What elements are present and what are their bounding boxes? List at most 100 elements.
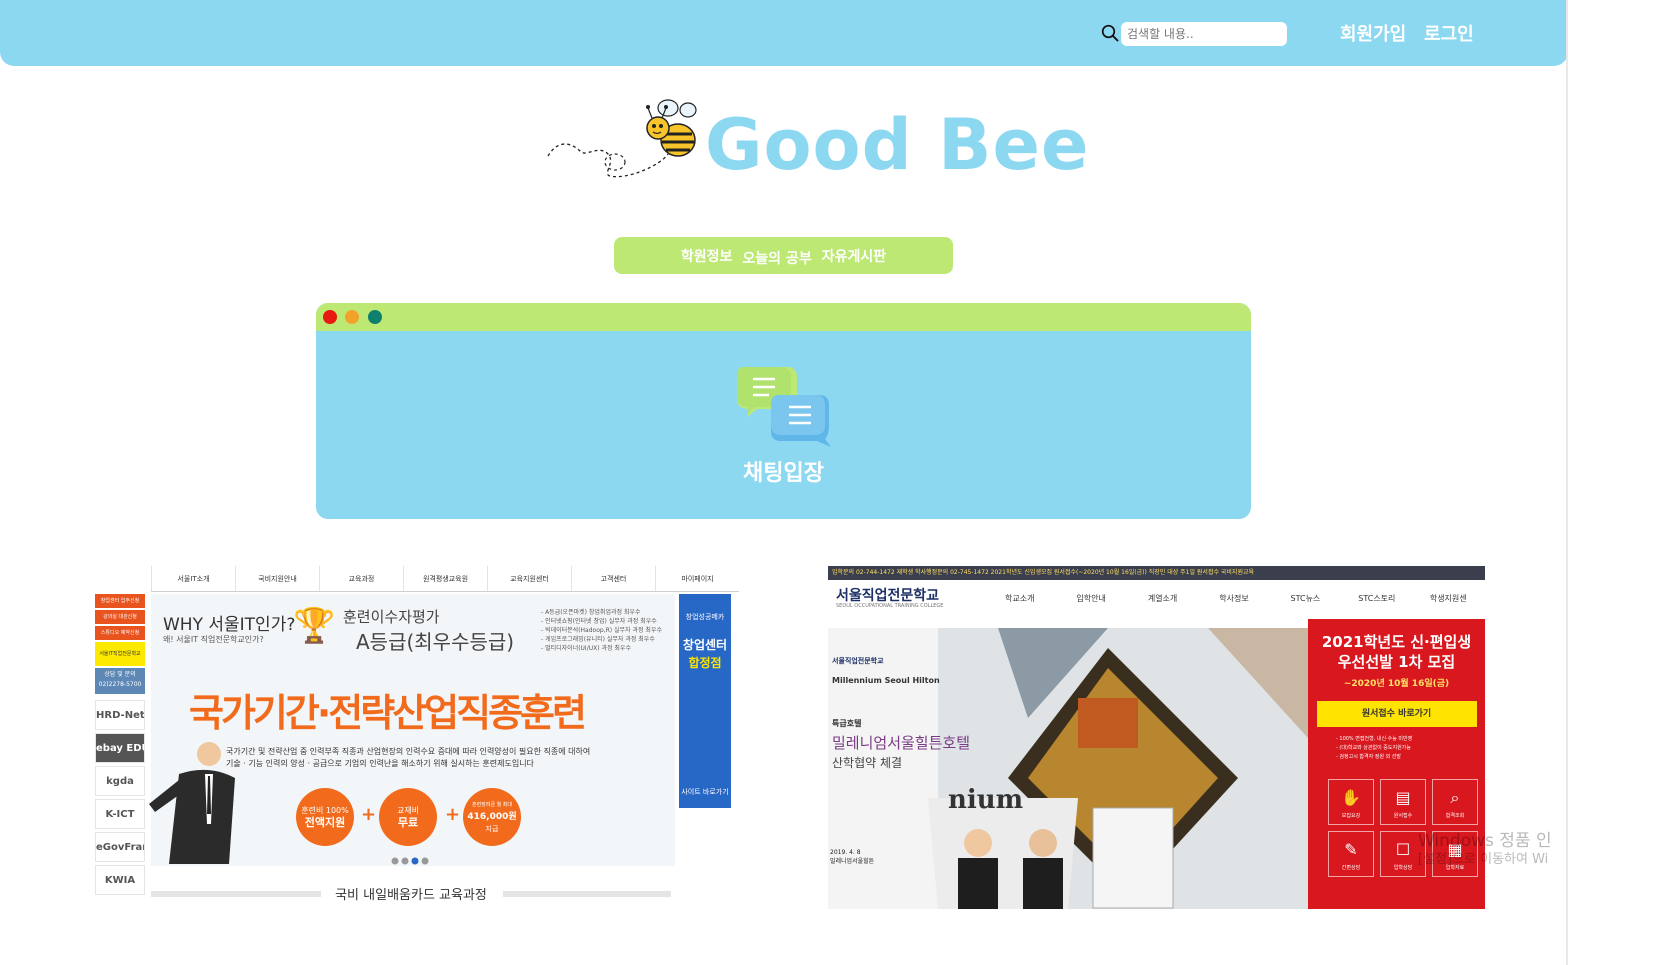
side-button: 강의실 대관신청 — [95, 610, 145, 624]
pencil-icon: ✎ — [1344, 840, 1358, 859]
top-header-bar: 회원가입 로그인 — [0, 0, 1568, 66]
school-logo-sub: SEOUL OCCUPATIONAL TRAINING COLLEGE — [836, 603, 944, 609]
why-subtitle: 왜! 서울IT 직업전문학교인가? — [163, 635, 264, 644]
grade-list-item: - 빅데이터분석(Hadoop,R) 실무자 과정 최우수 — [541, 627, 662, 634]
banner-nav-item: 마이페이지 — [655, 566, 739, 591]
hotel-name-en: Millennium Seoul Hilton — [832, 676, 940, 685]
businessman-illustration — [149, 742, 235, 864]
banner-nav: 서울IT소개 국비지원안내 교육과정 원격평생교육원 교육지원센터 고객센터 마… — [151, 566, 739, 592]
hero-subtitle: 산학협약 체결 — [832, 756, 903, 770]
banner-nav-item: 입학안내 — [1076, 594, 1106, 603]
banner-nav-item: 서울IT소개 — [151, 566, 235, 591]
banner-nav-items: 학교소개 입학안내 계열소개 학사정보 STC뉴스 STC스토리 학생지원센 — [984, 580, 1484, 618]
menu-item-today-study[interactable]: 오늘의 공부 — [742, 248, 811, 268]
grid-label: 모집요강 — [1341, 813, 1361, 819]
partner-logo: HRD-Net — [95, 700, 145, 730]
main-menu: 학원정보 오늘의 공부 자유게시판 — [614, 237, 953, 274]
search-input[interactable] — [1121, 22, 1287, 46]
benefit-circle: 훈련장려금 월 최대 416,000원 지급 — [463, 788, 521, 846]
admission-note: - 100% 면접전형, 내신·수능 미반영 — [1336, 736, 1413, 742]
admission-grid-item[interactable]: ⌕ 합격조회 — [1432, 779, 1478, 825]
banner-nav-item: 계열소개 — [1147, 594, 1178, 603]
banner-headline: 국가기간·전략산업직종훈련 — [189, 691, 587, 735]
site-logo[interactable]: Good Bee — [540, 96, 1088, 196]
benefit-line: 416,000원 — [467, 812, 517, 822]
hotel-hero: nium 서울직업전문학교 Millennium Seoul Hilton 특급… — [828, 628, 1308, 909]
benefit-line: 무료 — [397, 816, 419, 829]
admission-grid-item[interactable]: ✋ 모집요강 — [1328, 779, 1374, 825]
banner-nav-item: 학교소개 — [1004, 594, 1035, 603]
benefit-circle: 훈련비 100% 전액지원 — [296, 788, 354, 846]
partner-logo: K-ICT — [95, 799, 145, 829]
form-icon: ▤ — [1395, 788, 1411, 807]
hotel-school-logo: 서울직업전문학교 — [832, 657, 884, 665]
startup-center-box[interactable]: 창업성공메카 창업센터 합정점 사이트 바로가기 — [679, 594, 731, 808]
signup-link[interactable]: 회원가입 — [1340, 20, 1406, 46]
grade-line-2: A등급(최우수등급) — [356, 630, 515, 654]
banner-nav-item: 학생지원센 — [1429, 594, 1467, 603]
site-link[interactable]: 사이트 바로가기 — [679, 787, 731, 798]
admission-grid-item[interactable]: ▤ 원서접수 — [1380, 779, 1426, 825]
admission-notes: - 100% 면접전형, 내신·수능 미반영 - (대)학교와 상관없이 중도지… — [1336, 735, 1485, 762]
banner-nav-item: 국비지원안내 — [235, 566, 319, 591]
partner-logo: ebay EDU — [95, 733, 145, 763]
banner-description: 국가기간 및 전략산업 중 인력부족 직종과 산업현장의 인력수요 증대에 따라… — [226, 746, 590, 770]
carousel-dots[interactable] — [391, 856, 435, 866]
banner-nav-item: STC스토리 — [1358, 594, 1396, 603]
hero-tag: 특급호텔 — [832, 719, 862, 728]
minimize-dot — [345, 310, 359, 324]
apply-button[interactable]: 원서접수 바로가기 — [1316, 701, 1477, 727]
benefit-line: 전액지원 — [304, 816, 346, 829]
grade-list-item: - 게임프로그래밍(유니티) 실무자 과정 최우수 — [541, 636, 655, 643]
grid-label: 입학상담 — [1393, 865, 1413, 871]
hero-title: 밀레니엄서울힐튼호텔 — [832, 734, 971, 752]
chat-bubbles-icon[interactable] — [735, 363, 835, 449]
grid-label: 간편상담 — [1341, 865, 1361, 871]
description-line: 국가기간 및 전략산업 중 인력부족 직종과 산업현장의 인력수요 증대에 따라… — [226, 747, 591, 756]
scrollbar-track[interactable] — [1566, 0, 1568, 965]
admission-note: - 검정고시 합격자 정원 외 선발 — [1336, 754, 1401, 760]
grade-list-item: - 멀티디자이너(UI/UX) 과정 최우수 — [541, 645, 631, 652]
side-button: 스튜디오 예약신청 — [95, 626, 145, 640]
why-title: WHY 서울IT인가? — [163, 615, 296, 635]
call-number: 02)2278-5700 — [98, 681, 142, 688]
plus-icon: + — [445, 804, 461, 825]
login-link[interactable]: 로그인 — [1424, 20, 1474, 46]
benefit-line: 훈련장려금 월 최대 — [472, 802, 512, 808]
card-course-title: 국비 내일배움카드 교육과정 — [335, 888, 487, 903]
grade-list-item: - 인터넷쇼핑(인터넷 창업) 실무자 과정 최우수 — [541, 618, 657, 625]
admission-title: 2021학년도 신·편입생 우선선발 1차 모집 — [1308, 632, 1485, 672]
chat-entry-label[interactable]: 채팅입장 — [316, 455, 1251, 487]
search-doc-icon: ⌕ — [1450, 788, 1460, 807]
startup-title: 창업성공메카 — [685, 613, 725, 621]
bee-icon — [547, 99, 697, 178]
maximize-dot — [368, 310, 382, 324]
menu-item-free-board[interactable]: 자유게시판 — [822, 246, 886, 266]
startup-heading-line: 합정점 — [688, 656, 722, 670]
admission-title-line: 우선선발 1차 모집 — [1337, 653, 1456, 671]
call-title: 상담 및 문의 — [104, 671, 136, 678]
benefit-circle: 교재비 무료 — [379, 788, 437, 846]
benefit-line: 지급 — [485, 825, 499, 833]
admission-grid-item[interactable]: ✎ 간편상담 — [1328, 831, 1374, 877]
hero-date-line: 2019. 4. 8 — [830, 849, 861, 856]
search-icon[interactable] — [1101, 24, 1119, 42]
academy-banner-seoul-it[interactable]: 서울IT소개 국비지원안내 교육과정 원격평생교육원 교육지원센터 고객센터 마… — [83, 566, 739, 911]
hero-place-line: 밀레니엄서울힐튼 — [830, 858, 875, 865]
trophy-icon: 🏆 — [293, 606, 336, 646]
chat-entry-panel[interactable]: 채팅입장 — [316, 303, 1251, 519]
academy-banner-seoul-stc[interactable]: 입학문의 02-744-1472 재학생 학사행정문의 02-745-1472 … — [828, 566, 1485, 909]
banner-nav-item: 원격평생교육원 — [403, 566, 487, 591]
plus-icon: + — [361, 804, 377, 825]
banner-nav-item: 교육지원센터 — [487, 566, 571, 591]
page: 회원가입 로그인 Good Bee 학원정보 오늘의 공부 자유게시판 — [0, 0, 1663, 965]
activation-watermark-sub: [설정]으로 이동하여 Wi — [1418, 852, 1549, 867]
admission-note: - (대)학교와 상관없이 중도지원가능 — [1336, 745, 1411, 751]
grid-label: 합격조회 — [1445, 813, 1465, 819]
banner-nav-item: 고객센터 — [571, 566, 655, 591]
menu-item-academy-info[interactable]: 학원정보 — [681, 246, 733, 266]
partner-logo: kgda — [95, 766, 145, 796]
admission-deadline: ~2020년 10월 16일(금) — [1343, 679, 1450, 689]
hero-date: 2019. 4. 8 밀레니엄서울힐튼 — [830, 848, 874, 866]
banner-top-strip: 입학문의 02-744-1472 재학생 학사행정문의 02-745-1472 … — [828, 566, 1485, 580]
